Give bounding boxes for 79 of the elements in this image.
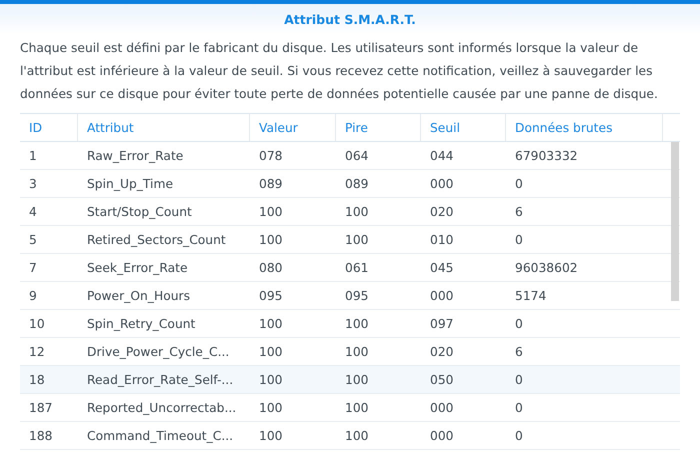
table-cell-text: Spin_Up_Time xyxy=(86,176,174,193)
table-cell-text: 064 xyxy=(344,148,370,164)
table-cell-text: 0 xyxy=(514,400,524,416)
table-cell-text: 000 xyxy=(429,428,454,444)
table-cell-text: 0 xyxy=(514,232,524,248)
table-row[interactable]: 188 Command_Timeout_C... 100 100 000 0 xyxy=(20,422,680,450)
table-cell-text: 010 xyxy=(429,232,454,248)
table-cell-text: 5 xyxy=(28,232,38,248)
table-cell-text: 078 xyxy=(258,148,284,164)
table-cell-text: 100 xyxy=(344,428,370,444)
column-header[interactable]: Attribut xyxy=(78,114,250,141)
table-cell-text: 100 xyxy=(344,372,370,388)
column-header[interactable]: Seuil xyxy=(421,114,506,141)
table-cell-text: 18 xyxy=(28,372,46,388)
table-cell-text: 061 xyxy=(344,260,370,276)
table-cell-text: 100 xyxy=(258,428,284,444)
table-cell-text: 0 xyxy=(514,316,524,332)
table-cell-text: 100 xyxy=(344,400,370,416)
table-cell-text: 100 xyxy=(258,232,284,248)
table-cell-text: 100 xyxy=(258,372,284,388)
table-row[interactable]: 18 Read_Error_Rate_Self-... 100 100 050 0 xyxy=(20,366,680,394)
table-cell-text: Drive_Power_Cycle_C... xyxy=(86,344,230,361)
table-cell-text: 0 xyxy=(514,428,524,444)
column-header[interactable]: Données brutes xyxy=(506,114,663,141)
table-cell-text: 100 xyxy=(344,204,370,220)
table-cell-text: 080 xyxy=(258,260,284,276)
table-cell-text: 020 xyxy=(429,204,454,220)
table-cell-text: 0 xyxy=(514,176,524,192)
table-cell-text: 12 xyxy=(28,344,46,360)
table-cell-text: 000 xyxy=(429,400,454,416)
table-row[interactable]: 187 Reported_Uncorrectab... 100 100 000 0 xyxy=(20,394,680,422)
table-cell-text: 100 xyxy=(258,344,284,360)
table-cell-text: 10 xyxy=(28,316,46,332)
table-cell-text: Command_Timeout_C... xyxy=(86,428,234,445)
table-cell-text: Raw_Error_Rate xyxy=(86,148,184,165)
table-cell-text: 095 xyxy=(258,288,284,304)
table-cell-text: Power_On_Hours xyxy=(86,288,191,305)
table-cell-text: 0 xyxy=(514,372,524,388)
table-cell-text: 4 xyxy=(28,204,38,220)
table-cell-text: 100 xyxy=(258,316,284,332)
table-cell-text: 100 xyxy=(344,316,370,332)
table-cell-text: 100 xyxy=(344,232,370,248)
table-cell-text: 050 xyxy=(429,372,454,388)
column-header[interactable]: ID xyxy=(20,114,78,141)
table-cell-text: 67903332 xyxy=(514,148,579,164)
table-cell-text: 6 xyxy=(514,204,524,220)
table-cell-text: 3 xyxy=(28,176,38,192)
table-cell-text: 9 xyxy=(28,288,38,304)
table-cell-text: Retired_Sectors_Count xyxy=(86,232,227,249)
scrollbar[interactable] xyxy=(671,142,679,301)
table-cell-text: 7 xyxy=(28,260,38,276)
table-cell-text: Read_Error_Rate_Self-... xyxy=(86,372,234,389)
table-cell-text: 187 xyxy=(28,400,54,416)
table-cell-text: 045 xyxy=(429,260,454,276)
table-row[interactable]: 10 Spin_Retry_Count 100 100 097 0 xyxy=(20,310,680,338)
table-cell-text: 020 xyxy=(429,344,454,360)
table-cell-text: 089 xyxy=(344,176,370,192)
column-header[interactable]: Valeur xyxy=(250,114,336,141)
table-cell-text: 100 xyxy=(258,204,284,220)
table-cell-text: Seek_Error_Rate xyxy=(86,260,189,277)
dialog-title: Attribut S.M.A.R.T. xyxy=(284,12,416,27)
table-cell-text: 000 xyxy=(429,288,454,304)
table-cell-text: 100 xyxy=(258,400,284,416)
table-cell-text: 095 xyxy=(344,288,370,304)
table-cell-text: 044 xyxy=(429,148,454,164)
table-cell-text: 188 xyxy=(28,428,54,444)
table-cell-text: 000 xyxy=(429,176,454,192)
table-cell-text: 100 xyxy=(344,344,370,360)
description-text: Chaque seuil est défini par le fabricant du disque. Les utilisateurs sont informés lorsque la valeur de l'attribut est inférieure à la valeur de seuil. Si vous recevez cette notification, veillez à sauvegarder les données sur ce disque pour éviter toute perte de données potentielle causée par une panne de disque. xyxy=(20,40,659,103)
table-cell-text: Spin_Retry_Count xyxy=(86,316,196,333)
table-cell-text: 097 xyxy=(429,316,454,332)
table-cell-text: 1 xyxy=(28,148,38,164)
table-cell-text: 6 xyxy=(514,344,524,360)
table-cell-text: 089 xyxy=(258,176,284,192)
table-cell-text: Start/Stop_Count xyxy=(86,204,193,221)
table-cell-text: 5174 xyxy=(514,288,548,304)
column-header[interactable]: Pire xyxy=(336,114,421,141)
table-cell-text: Reported_Uncorrectab... xyxy=(86,400,238,417)
table-cell-text: 96038602 xyxy=(514,260,579,276)
